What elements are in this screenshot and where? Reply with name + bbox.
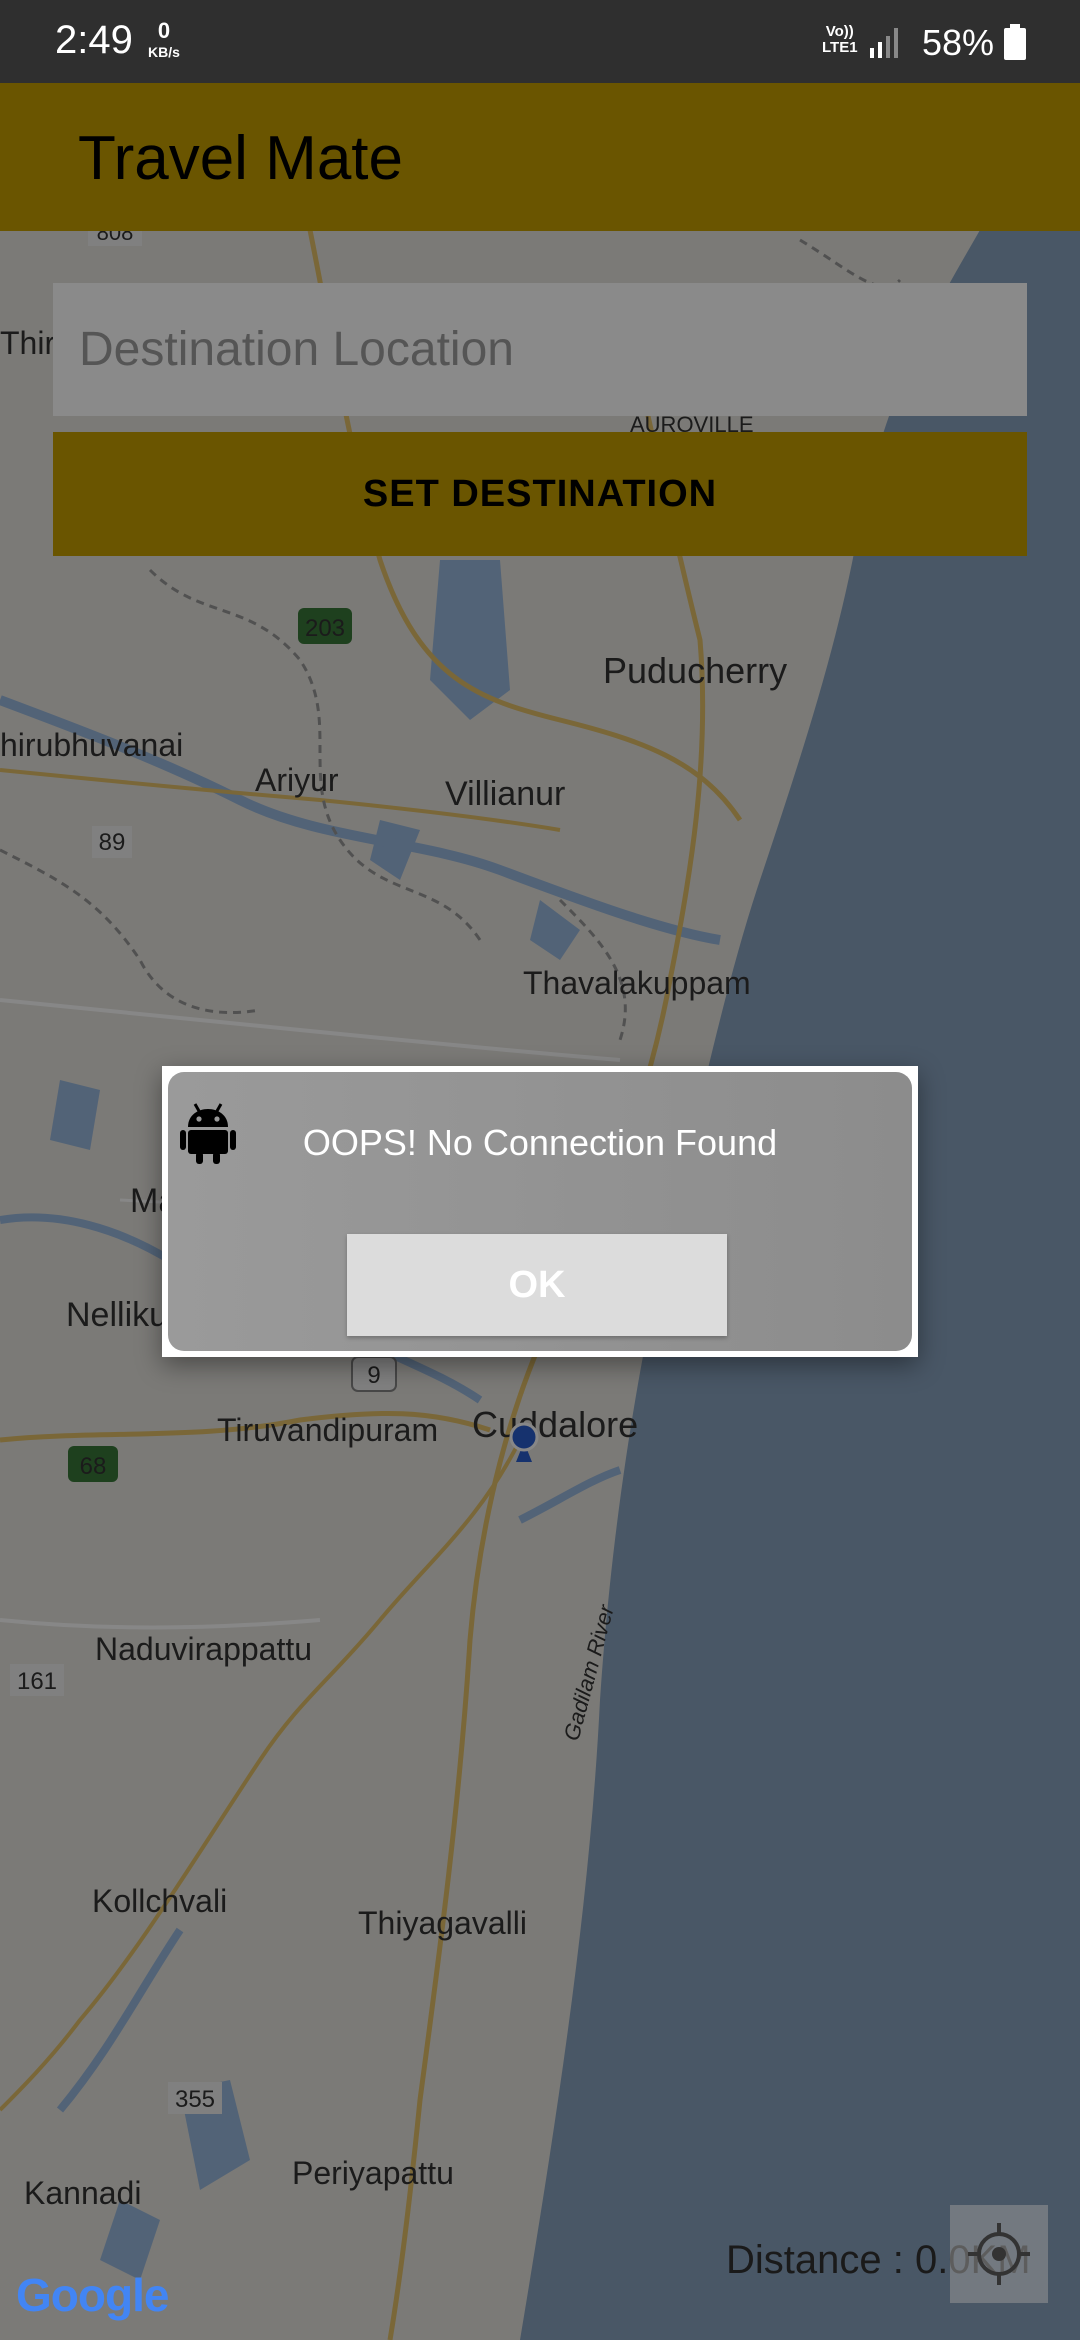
shield-89: 89 [92,826,132,858]
shield-355-text: 355 [175,2086,215,2113]
lte-label: LTE1 [822,38,858,56]
app-bar: Travel Mate [0,83,1080,231]
shield-89-text: 89 [99,829,126,856]
battery-percentage: 58% [922,22,995,63]
dialog-message: OOPS! No Connection Found [302,1122,778,1163]
shield-808-text: 808 [97,231,134,245]
label-naduvirappattu: Naduvirappattu [95,1631,312,1667]
label-thirubhuvanai: hirubhuvanai [0,727,183,763]
label-puducherry: Puducherry [603,650,787,691]
label-cuddalore: Cuddalore [472,1404,638,1445]
label-ariyur: Ariyur [255,762,339,798]
volte-indicator: Vo)) LTE1 [822,24,858,56]
set-destination-button[interactable]: SET DESTINATION [53,432,1027,556]
label-thi: Thir [0,325,55,361]
shield-355: 355 [168,2082,222,2114]
shield-9-text: 9 [367,1362,380,1389]
shield-68-text: 68 [80,1453,107,1480]
shield-808: 808 [88,231,142,246]
battery-icon [1004,24,1026,60]
label-kollchvali: Kollchvali [92,1883,227,1919]
label-kannadi: Kannadi [24,2175,141,2211]
label-tiruvandipuram: Tiruvandipuram [217,1412,438,1448]
network-speed-unit: KB/s [148,44,180,60]
google-logo-text: Google [16,2269,169,2321]
shield-203: 203 [298,608,352,644]
shield-203-text: 203 [305,615,345,642]
shield-161: 161 [10,1664,64,1696]
app-title: Travel Mate [78,124,404,193]
status-bar: 2:49 0 KB/s Vo)) LTE1 58% [0,0,1080,83]
google-logo: Google [16,2268,169,2322]
destination-input[interactable] [53,283,1027,416]
crosshair-icon [968,2223,1030,2285]
label-periyapattu: Periyapattu [292,2155,454,2191]
label-villianur: Villianur [445,775,565,813]
label-thiyagavalli: Thiyagavalli [358,1905,527,1941]
volte-label: Vo)) [825,23,854,40]
status-time: 2:49 [55,18,133,62]
shield-68: 68 [68,1446,118,1482]
shield-161-text: 161 [17,1668,57,1695]
network-speed: 0 KB/s [148,18,180,60]
signal-icon [870,28,898,58]
ok-button[interactable]: OK [347,1234,727,1336]
label-nelliku: Nelliku [66,1296,168,1334]
my-location-button[interactable] [950,2205,1048,2303]
label-thavalakuppam: Thavalakuppam [523,965,751,1001]
shield-9: 9 [351,1356,397,1392]
network-speed-value: 0 [157,18,171,43]
